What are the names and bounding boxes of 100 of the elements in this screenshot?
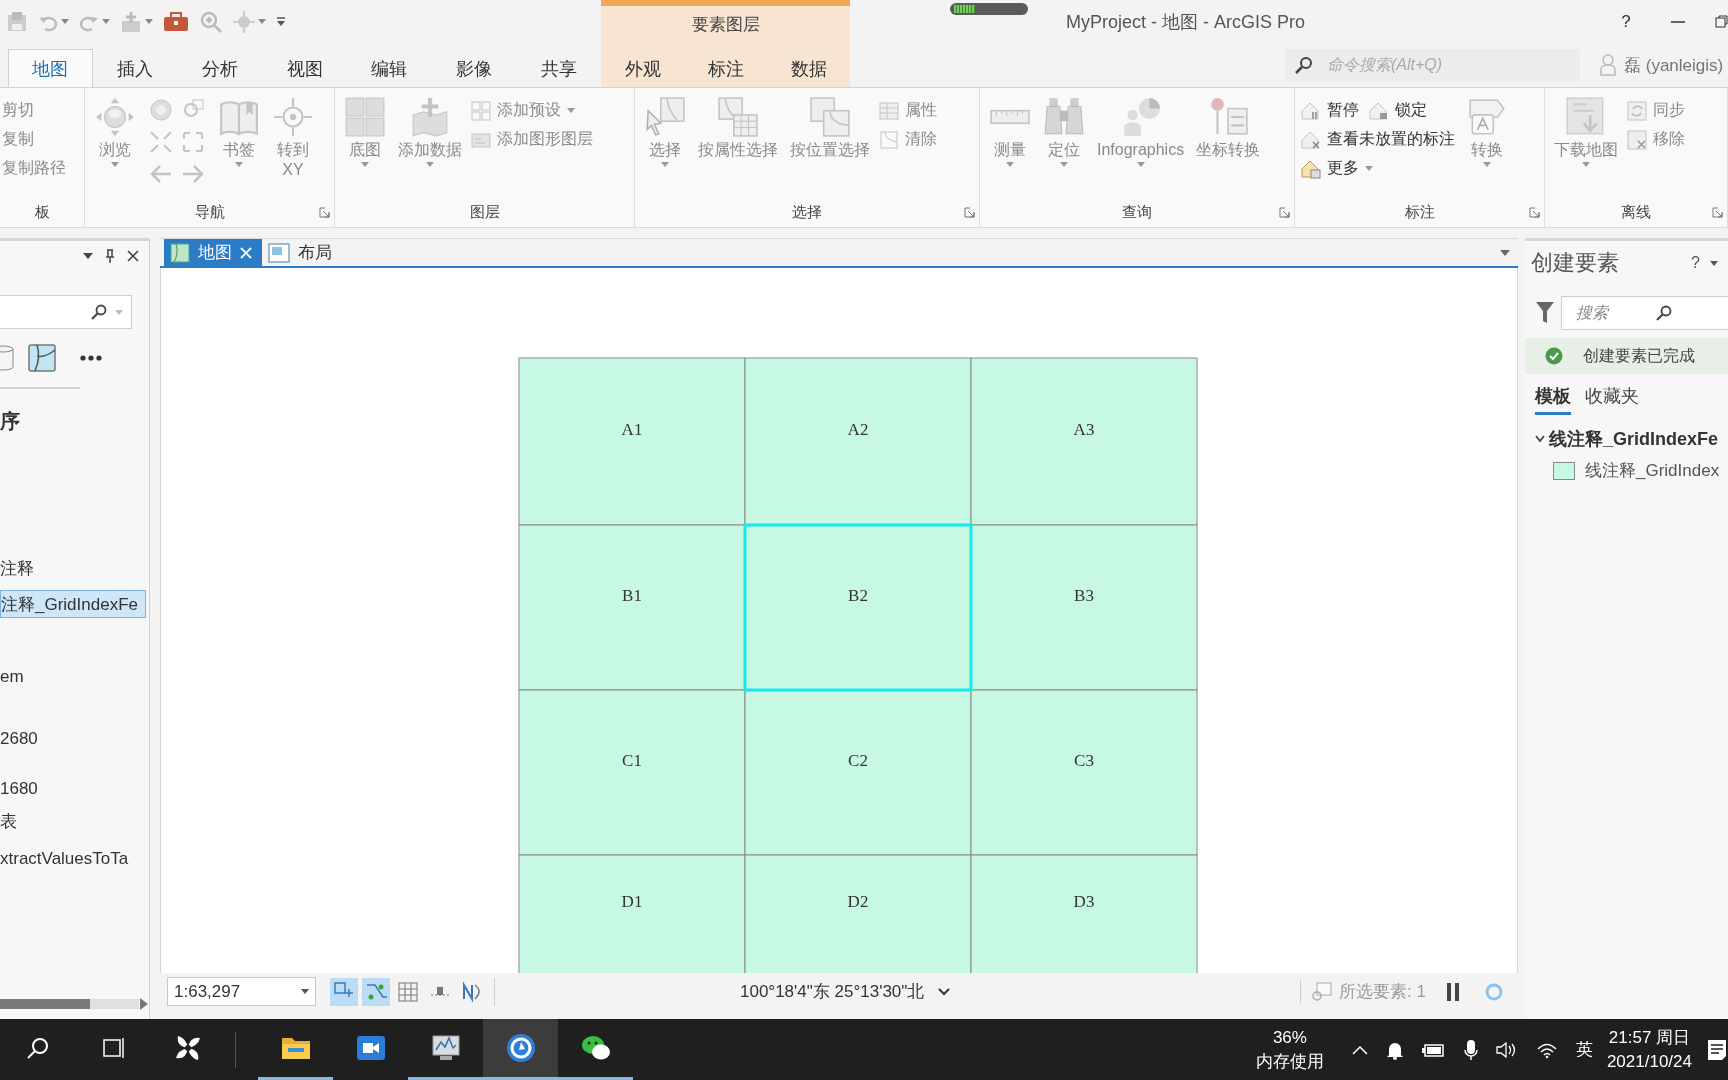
map-icon[interactable] bbox=[28, 344, 56, 372]
template-group[interactable]: 线注释_GridIndexFe bbox=[1525, 427, 1728, 451]
expand-icon[interactable] bbox=[181, 130, 205, 154]
pause-icon[interactable] bbox=[1446, 981, 1460, 1002]
ribbon-button[interactable]: 暂停 bbox=[1301, 100, 1359, 121]
swatch-icon bbox=[1553, 461, 1575, 480]
zoom-icon[interactable] bbox=[199, 9, 223, 34]
document-tab[interactable]: 地图 bbox=[164, 239, 262, 266]
more-icon[interactable] bbox=[80, 355, 102, 361]
microphone-icon[interactable] bbox=[1463, 1038, 1478, 1061]
selection-icon[interactable] bbox=[1311, 981, 1334, 1002]
ribbon-tab[interactable]: 分析 bbox=[177, 49, 263, 87]
dropdown-icon[interactable] bbox=[1500, 249, 1510, 256]
chevron-down-icon[interactable] bbox=[938, 987, 951, 996]
close-icon[interactable] bbox=[127, 250, 139, 262]
template-item[interactable]: 线注释_GridIndex bbox=[1525, 459, 1728, 482]
map-icon bbox=[170, 242, 190, 263]
grid-cell[interactable] bbox=[518, 854, 746, 973]
ribbon-tab[interactable]: 标注 bbox=[684, 49, 767, 87]
filter-icon[interactable] bbox=[1535, 301, 1555, 325]
ribbon-tab[interactable]: 外观 bbox=[601, 49, 684, 87]
ribbon-tab[interactable]: 编辑 bbox=[346, 49, 432, 87]
clock-time[interactable]: 21:57 周日 bbox=[1608, 1025, 1691, 1050]
document-tab[interactable]: 布局 bbox=[262, 239, 342, 266]
grid-cell[interactable] bbox=[743, 523, 973, 692]
tree-item[interactable]: 2680 bbox=[0, 725, 146, 753]
tree-heading[interactable]: 序 bbox=[0, 407, 146, 435]
user-icon[interactable] bbox=[1600, 54, 1616, 77]
ribbon-button[interactable]: 锁定 bbox=[1369, 100, 1427, 121]
search-icon[interactable] bbox=[91, 304, 107, 320]
grid-cell[interactable] bbox=[970, 854, 1198, 973]
scrollbar[interactable] bbox=[0, 997, 149, 1011]
chevron-up-icon[interactable] bbox=[1351, 1044, 1368, 1055]
search-icon[interactable] bbox=[1295, 56, 1313, 75]
tree-item[interactable]: 1680 bbox=[0, 775, 146, 803]
launcher-icon[interactable] bbox=[1529, 206, 1540, 218]
ribbon-tab[interactable]: 插入 bbox=[92, 49, 178, 87]
launcher-icon[interactable] bbox=[319, 206, 330, 218]
speaker-icon[interactable] bbox=[1495, 1040, 1518, 1059]
toolbar-button[interactable] bbox=[362, 977, 390, 1006]
tree-item[interactable]: em bbox=[0, 663, 146, 691]
tree-item[interactable]: 表 bbox=[0, 807, 146, 835]
ribbon-tab[interactable]: 地图 bbox=[8, 49, 93, 87]
search-field[interactable]: 搜索 bbox=[1561, 296, 1728, 330]
tree-item[interactable]: xtractValuesToTa bbox=[0, 845, 146, 873]
grid-cell[interactable] bbox=[970, 689, 1198, 856]
ribbon-button[interactable]: 更多 bbox=[1301, 158, 1373, 179]
ribbon-tab[interactable]: 数据 bbox=[767, 49, 850, 87]
customize-icon[interactable] bbox=[276, 16, 286, 27]
search-icon[interactable] bbox=[1656, 305, 1672, 321]
launcher-icon[interactable] bbox=[964, 206, 975, 218]
refresh-icon[interactable] bbox=[1484, 981, 1504, 1002]
grid-cell[interactable] bbox=[518, 524, 746, 691]
toolbox-icon[interactable] bbox=[163, 11, 189, 32]
grid-cell[interactable] bbox=[744, 854, 972, 973]
caret-icon[interactable] bbox=[102, 19, 110, 25]
ribbon-button[interactable]: 查看未放置的标注 bbox=[1301, 129, 1455, 150]
status-message: 创建要素已完成 bbox=[1583, 345, 1695, 366]
minimize-icon[interactable] bbox=[1671, 20, 1685, 23]
grid-cell[interactable] bbox=[970, 357, 1198, 526]
clock-date[interactable]: 2021/10/24 bbox=[1606, 1049, 1692, 1074]
caret-icon[interactable] bbox=[1710, 260, 1718, 266]
grid-cell[interactable] bbox=[744, 689, 972, 856]
caret-icon[interactable] bbox=[145, 19, 153, 25]
globe-icon[interactable] bbox=[149, 98, 173, 122]
search-icon[interactable] bbox=[26, 1037, 49, 1059]
caret-icon[interactable] bbox=[301, 989, 309, 994]
tree-item[interactable]: 注释_GridIndexFe bbox=[0, 590, 146, 618]
shrink-icon[interactable] bbox=[149, 130, 173, 154]
dropdown-icon[interactable] bbox=[83, 253, 93, 259]
launcher-icon[interactable] bbox=[1279, 206, 1290, 218]
toolbar-button[interactable] bbox=[330, 977, 358, 1006]
ribbon-tab[interactable]: 影像 bbox=[431, 49, 517, 87]
ribbon-tab[interactable]: 共享 bbox=[516, 49, 602, 87]
tree-item[interactable]: 注释 bbox=[0, 554, 146, 582]
pane-tab[interactable]: 收藏夹 bbox=[1585, 380, 1639, 415]
restore-icon[interactable] bbox=[1715, 15, 1728, 29]
grid-cell[interactable] bbox=[970, 524, 1198, 691]
pane-tab[interactable]: 模板 bbox=[1535, 380, 1571, 415]
scale-field[interactable]: 1:63,297 bbox=[167, 977, 316, 1006]
grid-cell[interactable] bbox=[518, 689, 746, 856]
save-icon[interactable] bbox=[6, 10, 28, 33]
ribbon-tab[interactable]: 视图 bbox=[262, 49, 347, 87]
grid-cell[interactable] bbox=[744, 357, 972, 526]
taskbar-app[interactable] bbox=[483, 1019, 558, 1080]
add-icon[interactable] bbox=[120, 10, 142, 33]
caret-icon[interactable] bbox=[258, 19, 266, 25]
cell-label: B1 bbox=[622, 585, 642, 605]
search-field[interactable] bbox=[0, 295, 132, 329]
help-button[interactable]: ? bbox=[1691, 254, 1700, 272]
notification-icon[interactable] bbox=[1706, 1037, 1728, 1062]
user-name[interactable]: 磊 (yanleigis) bbox=[1624, 53, 1724, 77]
input-method[interactable]: 英 bbox=[1575, 1038, 1593, 1061]
pin-icon[interactable] bbox=[105, 249, 115, 263]
caret-icon[interactable] bbox=[61, 19, 69, 25]
task-view-icon[interactable] bbox=[100, 1037, 125, 1059]
launcher-icon[interactable] bbox=[1712, 206, 1723, 218]
battery-icon[interactable] bbox=[1421, 1041, 1446, 1058]
help-button[interactable]: ? bbox=[1606, 11, 1646, 32]
grid-cell[interactable] bbox=[518, 357, 746, 526]
